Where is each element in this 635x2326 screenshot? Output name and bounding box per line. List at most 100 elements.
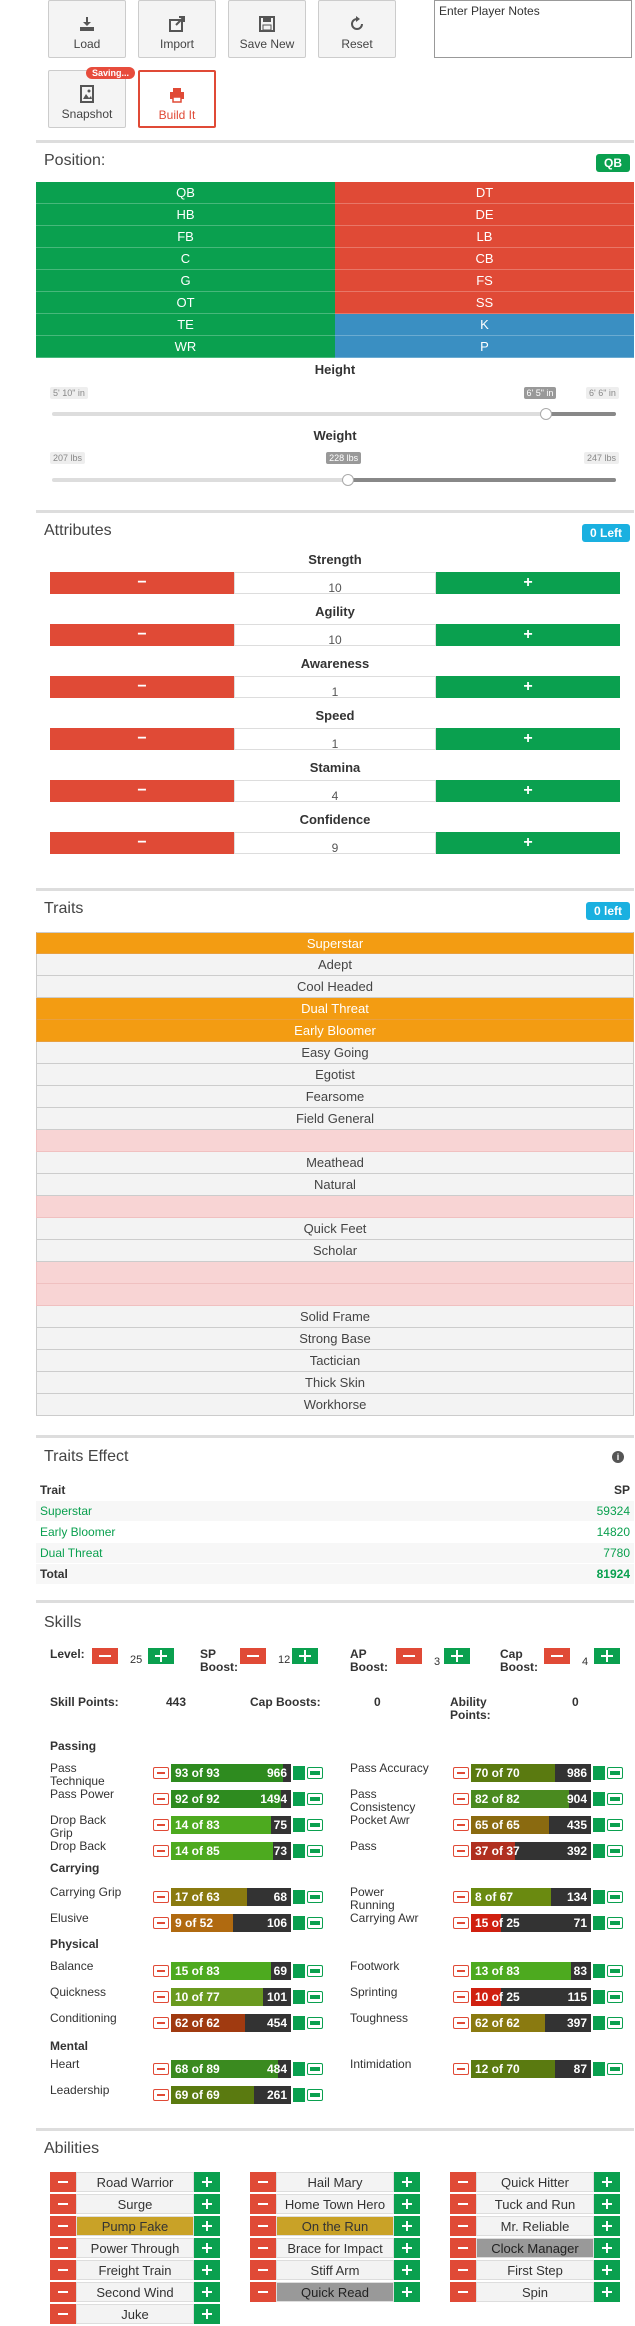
skill-increase-pass-consistency[interactable] [593,1792,605,1806]
attribute-increase-strength[interactable]: + [436,572,620,594]
skill-decrease-power-running[interactable] [453,1891,469,1903]
ability-add-button[interactable] [194,2238,220,2258]
skill-max-intimidation[interactable] [607,2063,623,2075]
position-option-g[interactable]: G [36,270,335,292]
skill-increase-heart[interactable] [293,2062,305,2076]
attribute-increase-confidence[interactable]: + [436,832,620,854]
skill-max-footwork[interactable] [607,1965,623,1977]
skill-increase-pass-power[interactable] [293,1792,305,1806]
ability-remove-button[interactable] [50,2238,76,2258]
ability-remove-button[interactable] [450,2282,476,2302]
ability-add-button[interactable] [194,2172,220,2192]
skill-increase-pocket-awr[interactable] [593,1818,605,1832]
trait-option-natural[interactable]: Natural [36,1174,634,1196]
position-option-lb[interactable]: LB [335,226,634,248]
ability-remove-button[interactable] [450,2172,476,2192]
ability-add-button[interactable] [594,2282,620,2302]
height-slider-handle[interactable] [539,408,552,420]
skill-max-sprinting[interactable] [607,1991,623,2003]
position-option-c[interactable]: C [36,248,335,270]
skill-decrease-elusive[interactable] [153,1917,169,1929]
ability-remove-button[interactable] [250,2172,276,2192]
build-it-button[interactable]: Build It [138,70,216,128]
ability-add-button[interactable] [594,2216,620,2236]
ability-remove-button[interactable] [50,2216,76,2236]
trait-option-tactician[interactable]: Tactician [36,1350,634,1372]
skill-decrease-carrying-awr[interactable] [453,1917,469,1929]
position-option-ot[interactable]: OT [36,292,335,314]
skill-max-toughness[interactable] [607,2017,623,2029]
trait-option-field-general[interactable]: Field General [36,1108,634,1130]
position-option-de[interactable]: DE [335,204,634,226]
attribute-decrease-awareness[interactable]: − [50,676,234,698]
skill-decrease-balance[interactable] [153,1965,169,1977]
skill-max-drop-back[interactable] [307,1845,323,1857]
trait-option-adept[interactable]: Adept [36,954,634,976]
attribute-increase-speed[interactable]: + [436,728,620,750]
trait-option-dual-threat[interactable]: Dual Threat [36,998,634,1020]
ability-remove-button[interactable] [250,2194,276,2214]
trait-option-meathead[interactable]: Meathead [36,1152,634,1174]
attribute-decrease-stamina[interactable]: − [50,780,234,802]
skill-max-carrying-awr[interactable] [607,1917,623,1929]
skill-increase-pass-accuracy[interactable] [593,1766,605,1780]
trait-option-cool-headed[interactable]: Cool Headed [36,976,634,998]
trait-option-early-bloomer[interactable]: Early Bloomer [36,1020,634,1042]
trait-option-egotist[interactable]: Egotist [36,1064,634,1086]
skill-max-quickness[interactable] [307,1991,323,2003]
skill-decrease-toughness[interactable] [453,2017,469,2029]
ability-add-button[interactable] [594,2194,620,2214]
skill-increase-intimidation[interactable] [593,2062,605,2076]
skill-max-heart[interactable] [307,2063,323,2075]
ability-remove-button[interactable] [50,2172,76,2192]
attribute-increase-stamina[interactable]: + [436,780,620,802]
ability-add-button[interactable] [394,2238,420,2258]
trait-option-easy-going[interactable]: Easy Going [36,1042,634,1064]
skill-decrease-sprinting[interactable] [453,1991,469,2003]
position-option-k[interactable]: K [335,314,634,336]
skill-max-power-running[interactable] [607,1891,623,1903]
trait-option-showboat[interactable]: Showboat [36,1262,634,1284]
position-option-p[interactable]: P [335,336,634,358]
ability-add-button[interactable] [394,2282,420,2302]
skill-increase-carrying-awr[interactable] [593,1916,605,1930]
skill-max-drop-back-grip[interactable] [307,1819,323,1831]
ability-add-button[interactable] [594,2260,620,2280]
skill-decrease-conditioning[interactable] [153,2017,169,2029]
skill-max-pass-technique[interactable] [307,1767,323,1779]
ability-remove-button[interactable] [450,2260,476,2280]
ability-add-button[interactable] [194,2282,220,2302]
ability-add-button[interactable] [394,2172,420,2192]
skill-increase-drop-back[interactable] [293,1844,305,1858]
position-option-te[interactable]: TE [36,314,335,336]
skill-max-leadership[interactable] [307,2089,323,2101]
skill-decrease-intimidation[interactable] [453,2063,469,2075]
attribute-decrease-agility[interactable]: − [50,624,234,646]
ability-remove-button[interactable] [50,2194,76,2214]
ability-add-button[interactable] [394,2194,420,2214]
skill-increase-pass[interactable] [593,1844,605,1858]
ability-add-button[interactable] [194,2260,220,2280]
ability-remove-button[interactable] [250,2282,276,2302]
trait-option-strong-base[interactable]: Strong Base [36,1328,634,1350]
skill-decrease-pass-consistency[interactable] [453,1793,469,1805]
ability-add-button[interactable] [194,2216,220,2236]
skill-max-pass[interactable] [607,1845,623,1857]
ap-boost-minus-button[interactable] [396,1648,422,1664]
skill-decrease-pocket-awr[interactable] [453,1819,469,1831]
cap-boost-minus-button[interactable] [544,1648,570,1664]
ability-add-button[interactable] [594,2172,620,2192]
trait-option-perfectionist[interactable]: Perfectionist [36,1196,634,1218]
skill-max-carrying-grip[interactable] [307,1891,323,1903]
trait-option-solid-frame[interactable]: Solid Frame [36,1306,634,1328]
ability-add-button[interactable] [394,2216,420,2236]
skill-decrease-carrying-grip[interactable] [153,1891,169,1903]
skill-decrease-heart[interactable] [153,2063,169,2075]
ability-add-button[interactable] [194,2304,220,2324]
ap-boost-plus-button[interactable] [444,1648,470,1664]
skill-decrease-pass-technique[interactable] [153,1767,169,1779]
ability-remove-button[interactable] [250,2260,276,2280]
ability-remove-button[interactable] [450,2216,476,2236]
skill-decrease-pass[interactable] [453,1845,469,1857]
skill-decrease-pass-accuracy[interactable] [453,1767,469,1779]
